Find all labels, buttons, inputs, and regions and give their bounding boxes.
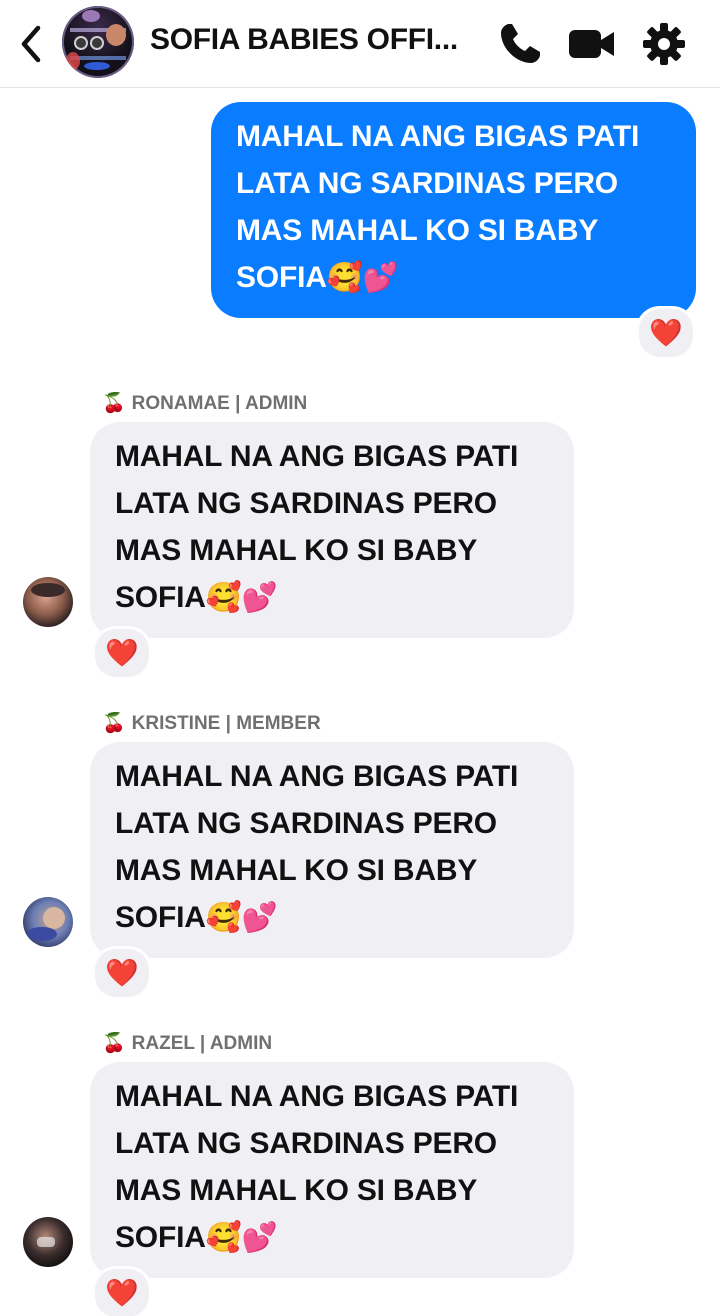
avatar[interactable]: [23, 1217, 73, 1267]
sender-name: 🍒 KRISTINE | MEMBER: [102, 713, 321, 734]
incoming-message-bubble[interactable]: MAHAL NA ANG BIGAS PATI LATA NG SARDINAS…: [90, 1062, 574, 1278]
message-emoji: 🥰💕: [205, 1222, 278, 1254]
message-line: MAHAL NA ANG BIGAS PATI: [115, 1080, 519, 1113]
message-line: MAS MAHAL KO SI BABY: [115, 854, 478, 887]
heart-icon: ❤️: [105, 638, 139, 668]
incoming-message-bubble[interactable]: MAHAL NA ANG BIGAS PATI LATA NG SARDINAS…: [90, 422, 574, 638]
cherry-icon: 🍒: [102, 393, 126, 414]
message-line: SOFIA: [236, 261, 327, 294]
message-line: MAS MAHAL KO SI BABY: [236, 214, 599, 247]
message-line: SOFIA: [115, 581, 206, 614]
chat-header: SOFIA BABIES OFFI...: [0, 0, 720, 88]
phone-icon: [501, 24, 540, 63]
message-line: SOFIA: [115, 1221, 206, 1254]
heart-icon: ❤️: [649, 318, 683, 348]
message-line: LATA NG SARDINAS PERO: [115, 807, 497, 840]
cherry-icon: 🍒: [102, 1033, 126, 1054]
avatar[interactable]: [23, 897, 73, 947]
heart-reaction[interactable]: ❤️: [92, 1266, 152, 1316]
message-line: SOFIA: [115, 901, 206, 934]
message-emoji: 🥰💕: [205, 582, 278, 614]
gear-icon: [643, 23, 685, 65]
video-camera-icon: [569, 30, 614, 58]
message-line: LATA NG SARDINAS PERO: [115, 1127, 497, 1160]
heart-reaction[interactable]: ❤️: [636, 306, 696, 360]
heart-reaction[interactable]: ❤️: [92, 626, 152, 680]
chat-screen: SOFIA BABIES OFFI... MAHAL NA ANG BIGAS …: [0, 0, 720, 1316]
message-line: MAHAL NA ANG BIGAS PATI: [115, 440, 519, 473]
message-line: MAHAL NA ANG BIGAS PATI: [236, 120, 640, 153]
heart-icon: ❤️: [105, 958, 139, 988]
back-button[interactable]: [14, 22, 48, 66]
video-call-button[interactable]: [566, 18, 618, 70]
avatar[interactable]: [23, 577, 73, 627]
message-emoji: 🥰💕: [326, 262, 399, 294]
group-avatar[interactable]: [62, 6, 134, 78]
chevron-left-icon: [21, 25, 41, 63]
settings-button[interactable]: [638, 18, 690, 70]
heart-icon: ❤️: [105, 1278, 139, 1308]
message-line: LATA NG SARDINAS PERO: [236, 167, 618, 200]
call-button[interactable]: [494, 18, 546, 70]
outgoing-message-bubble[interactable]: MAHAL NA ANG BIGAS PATI LATA NG SARDINAS…: [211, 102, 696, 318]
sender-name: 🍒 RONAMAE | ADMIN: [102, 393, 308, 414]
message-line: MAS MAHAL KO SI BABY: [115, 534, 478, 567]
message-line: MAHAL NA ANG BIGAS PATI: [115, 760, 519, 793]
chat-title[interactable]: SOFIA BABIES OFFI...: [150, 20, 480, 60]
incoming-message-bubble[interactable]: MAHAL NA ANG BIGAS PATI LATA NG SARDINAS…: [90, 742, 574, 958]
sender-name: 🍒 RAZEL | ADMIN: [102, 1033, 273, 1054]
message-line: LATA NG SARDINAS PERO: [115, 487, 497, 520]
cherry-icon: 🍒: [102, 713, 126, 734]
heart-reaction[interactable]: ❤️: [92, 946, 152, 1000]
message-line: MAS MAHAL KO SI BABY: [115, 1174, 478, 1207]
message-emoji: 🥰💕: [205, 902, 278, 934]
